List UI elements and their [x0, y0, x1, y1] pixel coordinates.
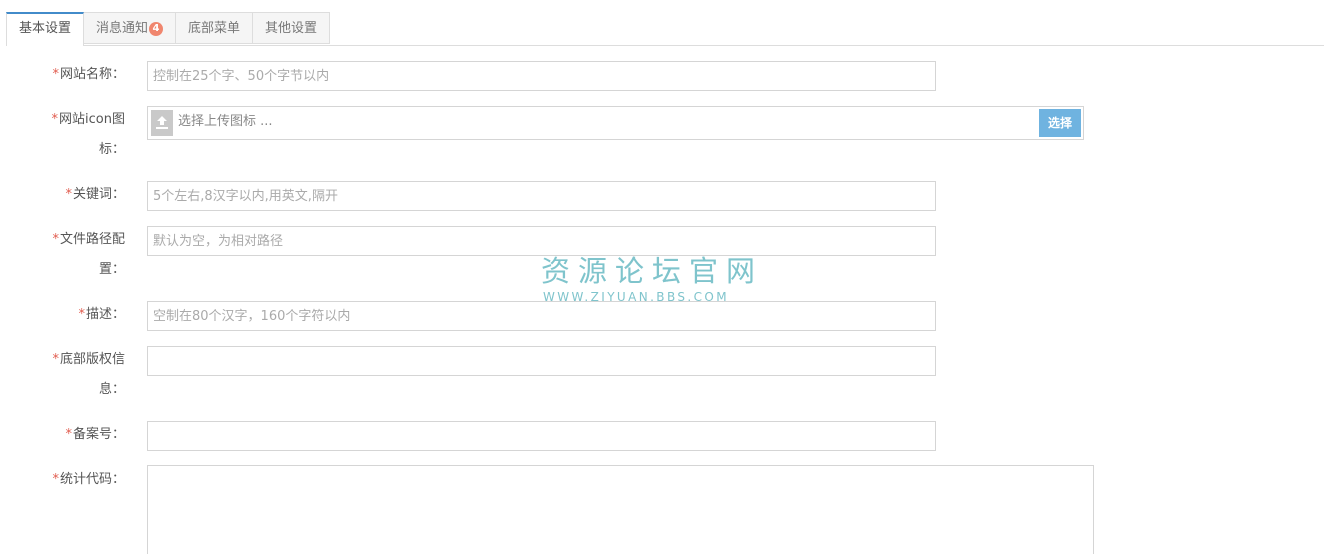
site-icon-label: *网站icon图	[51, 112, 125, 127]
keywords-input[interactable]	[147, 181, 936, 211]
watermark-url: WWW.ZIYUAN.BBS.COM	[543, 290, 729, 304]
keywords-label: *关键词：	[65, 187, 125, 202]
required-mark: *	[52, 67, 59, 82]
required-mark: *	[51, 112, 59, 127]
upload-icon	[151, 110, 173, 136]
settings-page: 基本设置 消息通知4 底部菜单 其他设置 *网站名称： *网站icon图 标： …	[0, 0, 1332, 554]
required-mark: *	[65, 427, 72, 442]
tab-bar: 基本设置 消息通知 4 底部菜单 其他设置	[6, 12, 331, 46]
copyright-input[interactable]	[147, 346, 936, 376]
tab-notifications[interactable]: 消息通知 4	[84, 12, 177, 44]
tab-label: 其他设置	[265, 21, 318, 36]
watermark-title: 资源论坛官网	[541, 254, 764, 288]
required-mark: *	[78, 307, 85, 322]
required-mark: *	[65, 187, 72, 202]
tab-footer-menu[interactable]: 底部菜单	[176, 12, 254, 44]
tab-label: 消息通知	[96, 21, 149, 36]
stats-code-textarea[interactable]	[147, 465, 1094, 554]
icon-upload-field[interactable]: 选择上传图标 ... 选择	[147, 106, 1084, 140]
select-file-button[interactable]: 选择	[1039, 109, 1081, 137]
tab-basic-settings[interactable]: 基本设置	[6, 12, 85, 46]
site-name-input[interactable]	[147, 61, 936, 91]
required-mark: *	[52, 232, 59, 247]
file-path-label-line2: 置：	[98, 262, 125, 277]
tab-other-settings[interactable]: 其他设置	[253, 12, 331, 44]
description-input[interactable]	[147, 301, 936, 331]
icp-label: *备案号：	[65, 427, 125, 442]
required-mark: *	[52, 352, 59, 367]
description-label: *描述：	[78, 307, 125, 322]
tabs-divider	[6, 45, 1324, 46]
file-path-label: *文件路径配	[52, 232, 125, 247]
tab-label: 底部菜单	[188, 21, 241, 36]
tab-label: 基本设置	[19, 21, 72, 36]
copyright-label: *底部版权信	[52, 352, 125, 367]
stats-code-label: *统计代码：	[52, 472, 125, 487]
required-mark: *	[52, 472, 59, 487]
copyright-label-line2: 息：	[98, 382, 125, 397]
site-name-label: *网站名称：	[52, 67, 125, 82]
icp-input[interactable]	[147, 421, 936, 451]
site-icon-label-line2: 标：	[98, 142, 125, 157]
notification-count-badge: 4	[149, 21, 164, 36]
upload-placeholder: 选择上传图标 ...	[178, 114, 273, 129]
